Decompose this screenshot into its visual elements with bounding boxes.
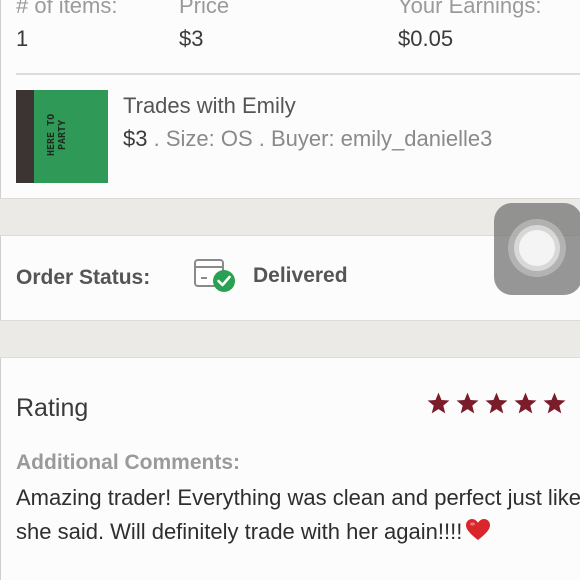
price-value: $3 bbox=[179, 26, 204, 51]
star-icon bbox=[427, 392, 450, 414]
section-separator bbox=[0, 198, 580, 236]
rating-stars bbox=[426, 391, 567, 417]
star-icon bbox=[543, 392, 566, 414]
product-row[interactable]: HERE TO PARTY Trades with Emily $3 . Siz… bbox=[0, 88, 580, 188]
star-icon bbox=[456, 392, 479, 414]
product-size: Size: OS bbox=[165, 126, 253, 151]
items-value: 1 bbox=[16, 26, 29, 51]
comments-body: Amazing trader! Everything was clean and… bbox=[16, 481, 580, 549]
assistive-touch-button[interactable] bbox=[494, 203, 580, 295]
items-header: # of items: bbox=[16, 0, 118, 18]
order-status-label: Order Status: bbox=[16, 266, 151, 289]
package-delivered-icon bbox=[194, 259, 235, 292]
heart-icon bbox=[466, 519, 491, 540]
items-column: # of items: 1 bbox=[16, 0, 117, 52]
product-title[interactable]: Trades with Emily bbox=[123, 93, 296, 119]
rating-label: Rating bbox=[16, 394, 89, 422]
product-thumbnail[interactable]: HERE TO PARTY bbox=[16, 90, 108, 183]
meta-separator: . bbox=[147, 126, 166, 151]
order-summary: # of items: 1 Price $3 Your Earnings: $0… bbox=[0, 0, 580, 75]
section-separator bbox=[0, 320, 580, 358]
comments-text: Amazing trader! Everything was clean and… bbox=[16, 485, 580, 544]
thumbnail-print-text: HERE TO PARTY bbox=[46, 113, 68, 157]
earnings-column: Your Earnings: $0.05 bbox=[398, 0, 542, 52]
star-icon bbox=[514, 392, 537, 414]
price-column: Price $3 bbox=[179, 0, 229, 52]
earnings-value: $0.05 bbox=[398, 26, 454, 51]
earnings-header: Your Earnings: bbox=[398, 0, 542, 18]
thumbnail-background bbox=[16, 90, 34, 183]
comments-label: Additional Comments: bbox=[16, 451, 240, 474]
product-price: $3 bbox=[123, 126, 148, 151]
star-icon bbox=[485, 392, 508, 414]
product-buyer: Buyer: emily_danielle3 bbox=[270, 126, 493, 151]
product-meta: $3 . Size: OS . Buyer: emily_danielle3 bbox=[123, 126, 492, 152]
order-status-value: Delivered bbox=[253, 264, 348, 287]
price-header: Price bbox=[179, 0, 230, 18]
meta-separator: . bbox=[252, 126, 271, 151]
summary-divider bbox=[16, 73, 580, 75]
order-status-row: Order Status: Delivered bbox=[0, 236, 580, 320]
assistive-touch-core bbox=[519, 230, 555, 266]
order-details-screen: # of items: 1 Price $3 Your Earnings: $0… bbox=[0, 0, 580, 580]
